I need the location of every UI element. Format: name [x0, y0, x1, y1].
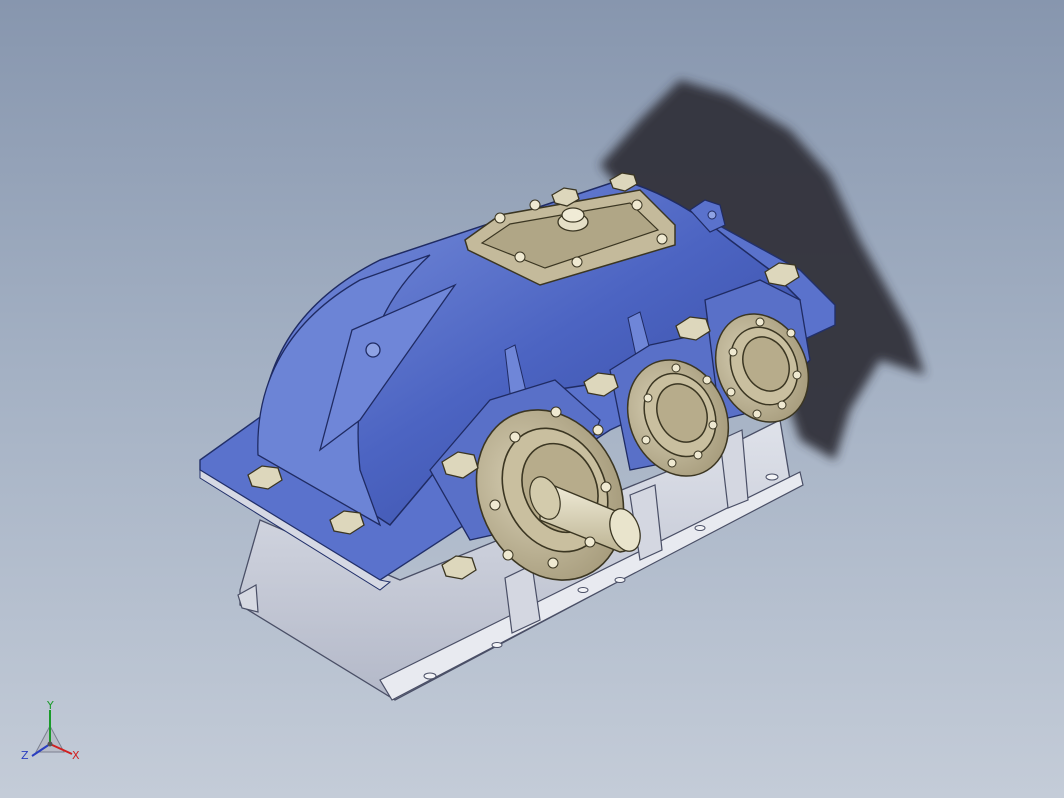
triad-x-label: X [72, 749, 80, 762]
cad-viewport[interactable]: Y Z X [0, 0, 1064, 798]
coordinate-triad: Y Z X [14, 700, 94, 780]
gear-reducer-model[interactable] [0, 0, 1064, 798]
triad-graphic [31, 710, 73, 757]
triad-y-label: Y [47, 699, 54, 712]
lifting-hole [365, 342, 381, 358]
triad-z-label: Z [21, 749, 29, 762]
breather-top [561, 207, 585, 223]
